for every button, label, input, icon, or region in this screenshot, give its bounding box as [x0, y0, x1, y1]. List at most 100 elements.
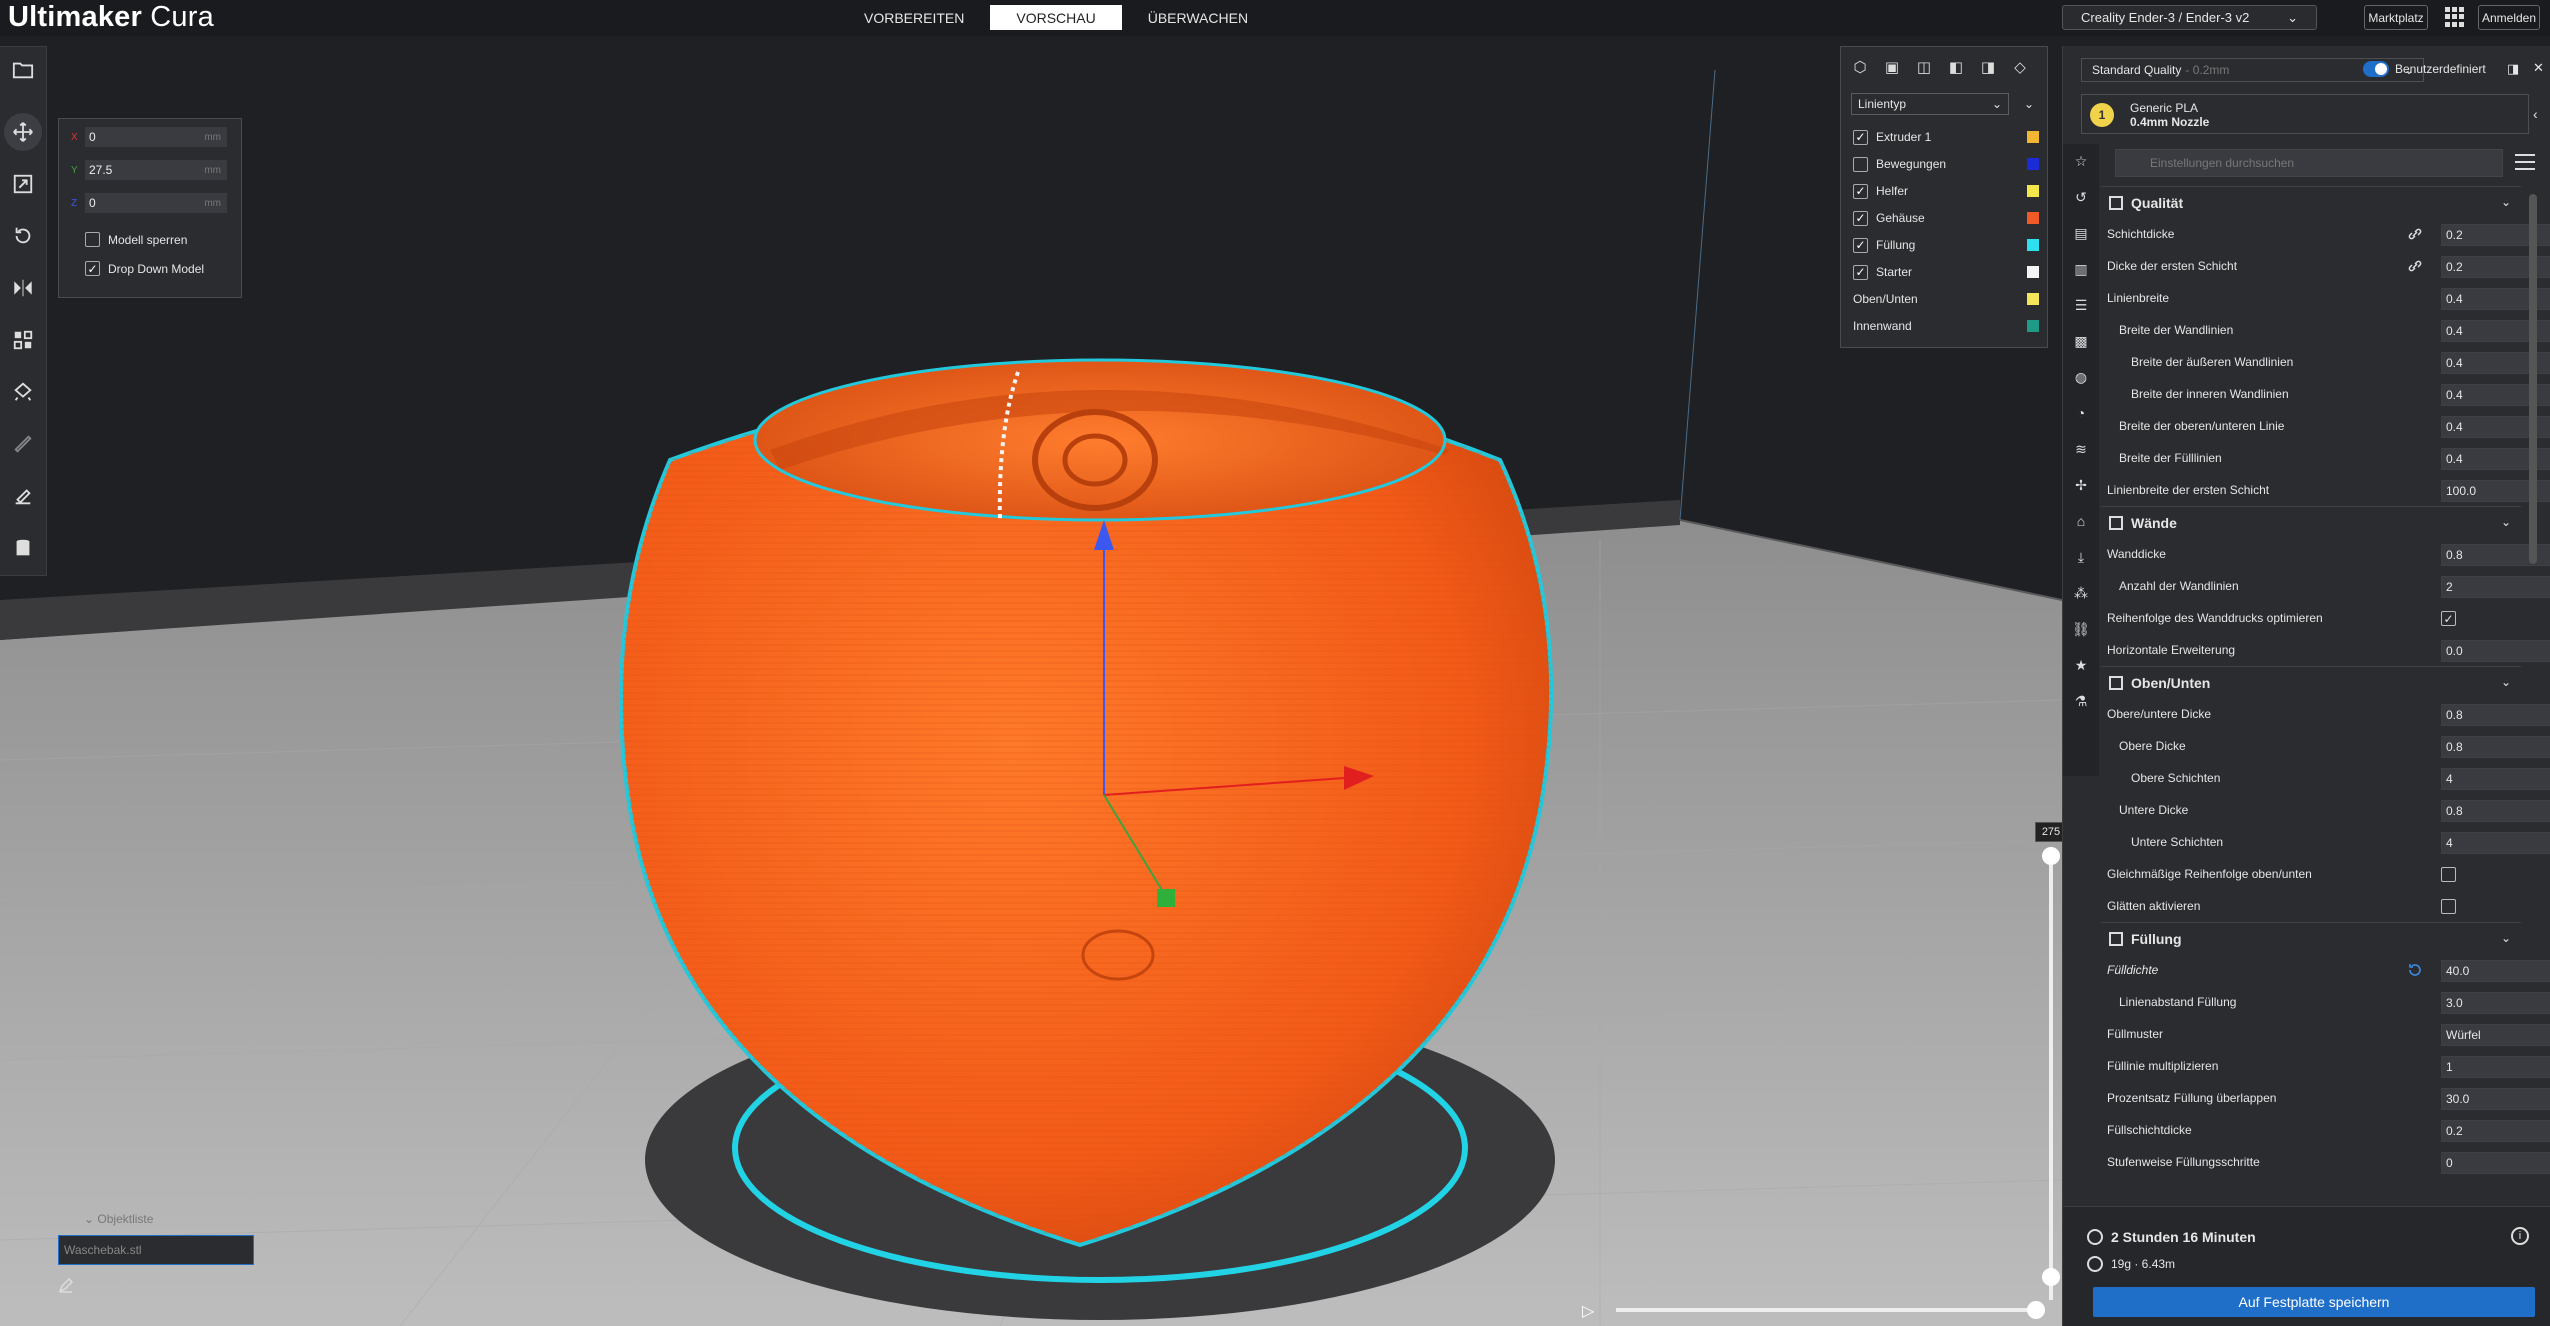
- y-input[interactable]: 27.5 mm: [85, 160, 227, 180]
- legend-checkbox[interactable]: ✓: [1853, 183, 1868, 199]
- special-modes-icon[interactable]: ★: [2072, 656, 2090, 674]
- close-icon[interactable]: ✕: [2533, 60, 2544, 76]
- setting-checkbox[interactable]: ✓: [2441, 611, 2456, 626]
- scene-render[interactable]: [0, 0, 2062, 1326]
- support-icon[interactable]: ⌂: [2072, 512, 2090, 530]
- menu-icon[interactable]: [2515, 154, 2535, 170]
- reset-icon[interactable]: [2407, 962, 2423, 978]
- setting-value-input[interactable]: 1: [2441, 1056, 2550, 1078]
- walls-icon[interactable]: ▥: [2072, 260, 2090, 278]
- legend-item-infill[interactable]: ✓ Füllung: [1853, 235, 2039, 255]
- collapse-panel-icon[interactable]: ◨: [2507, 61, 2519, 77]
- quality-icon[interactable]: ▤: [2072, 224, 2090, 242]
- setting-value-input[interactable]: 0: [2441, 1152, 2550, 1174]
- tab-monitor[interactable]: ÜBERWACHEN: [1122, 5, 1274, 30]
- tab-prepare[interactable]: VORBEREITEN: [838, 5, 990, 30]
- custom-mode-toggle[interactable]: [2363, 61, 2389, 77]
- top-bottom-icon[interactable]: ☰: [2072, 296, 2090, 314]
- setting-value-input[interactable]: 0.0mm: [2441, 640, 2550, 662]
- link-icon[interactable]: [2407, 258, 2423, 274]
- travel-icon[interactable]: ≋: [2072, 440, 2090, 458]
- marketplace-button[interactable]: Marktplatz: [2364, 5, 2428, 30]
- setting-value-input[interactable]: Würfel⌄: [2441, 1024, 2550, 1046]
- legend-checkbox[interactable]: ✓: [1853, 264, 1868, 280]
- section-fu-llung[interactable]: Füllung ⌄: [2101, 922, 2521, 954]
- setting-value-input[interactable]: 40.0%: [2441, 960, 2550, 982]
- setting-value-input[interactable]: 0.8mm: [2441, 736, 2550, 758]
- scale-tool-icon[interactable]: [4, 165, 42, 203]
- legend-checkbox[interactable]: ✓: [1853, 237, 1868, 253]
- section-qualita-t[interactable]: Qualität ⌄: [2101, 186, 2521, 218]
- printer-selector[interactable]: Creality Ender-3 / Ender-3 v2 ⌄: [2062, 5, 2317, 30]
- dual-extrusion-icon[interactable]: ⁂: [2072, 584, 2090, 602]
- move-tool-icon[interactable]: [4, 113, 42, 151]
- measure-tool-icon[interactable]: [4, 425, 42, 463]
- save-to-disk-button[interactable]: Auf Festplatte speichern: [2093, 1287, 2535, 1317]
- simulation-handle[interactable]: [2027, 1301, 2045, 1319]
- drop-down-checkbox[interactable]: ✓: [85, 261, 100, 276]
- adhesion-icon[interactable]: ⤓: [2072, 548, 2090, 566]
- legend-item-shell[interactable]: ✓ Gehäuse: [1853, 208, 2039, 228]
- signin-button[interactable]: Anmelden: [2478, 5, 2540, 30]
- play-icon[interactable]: ▷: [1582, 1301, 1594, 1321]
- setting-value-input[interactable]: 4: [2441, 832, 2550, 854]
- setting-checkbox[interactable]: [2441, 867, 2456, 882]
- apps-grid-icon[interactable]: [2445, 7, 2465, 27]
- simulation-track[interactable]: [1616, 1308, 2036, 1312]
- 3d-viewport[interactable]: [0, 0, 2062, 1326]
- setting-checkbox[interactable]: [2441, 899, 2456, 914]
- material-icon[interactable]: ◍: [2072, 368, 2090, 386]
- legend-item-starter[interactable]: ✓ Starter: [1853, 262, 2039, 282]
- infill-icon[interactable]: ▩: [2072, 332, 2090, 350]
- settings-scrollbar[interactable]: [2529, 194, 2537, 564]
- collapse-chevron-icon[interactable]: ⌄: [2024, 97, 2034, 111]
- link-icon[interactable]: [2407, 226, 2423, 242]
- favorites-icon[interactable]: ☆: [2072, 152, 2090, 170]
- settings-search-input[interactable]: Einstellungen durchsuchen: [2115, 149, 2503, 177]
- legend-checkbox[interactable]: ✓: [1853, 129, 1868, 145]
- layer-track[interactable]: [2049, 854, 2053, 1300]
- legend-item-extruder[interactable]: ✓ Extruder 1: [1853, 127, 2039, 147]
- drop-down-option[interactable]: ✓ Drop Down Model: [85, 261, 204, 276]
- cylinder-tool-icon[interactable]: [4, 529, 42, 567]
- mirror-tool-icon[interactable]: [4, 269, 42, 307]
- lock-model-checkbox[interactable]: [85, 232, 100, 247]
- object-file-name[interactable]: Waschebak.stl: [58, 1235, 254, 1265]
- per-model-settings-icon[interactable]: [4, 321, 42, 359]
- setting-value-input[interactable]: 0.2mm: [2441, 1120, 2550, 1142]
- setting-value-input[interactable]: 3.0mm: [2441, 992, 2550, 1014]
- right-view-icon[interactable]: ◨: [1979, 59, 1997, 77]
- layer-bottom-handle[interactable]: [2042, 1268, 2060, 1286]
- rotate-tool-icon[interactable]: [4, 217, 42, 255]
- section-oben-unten[interactable]: Oben/Unten ⌄: [2101, 666, 2521, 698]
- chevron-left-icon[interactable]: ‹: [2533, 106, 2538, 122]
- extruder-material[interactable]: 1 Generic PLA 0.4mm Nozzle: [2081, 94, 2529, 134]
- edit-pen-icon[interactable]: [58, 1277, 74, 1293]
- top-view-icon[interactable]: ◫: [1915, 59, 1933, 77]
- z-input[interactable]: 0 mm: [85, 193, 227, 213]
- setting-value-input[interactable]: 0.8mm: [2441, 800, 2550, 822]
- tab-preview[interactable]: VORSCHAU: [990, 5, 1122, 30]
- front-view-icon[interactable]: ▣: [1883, 59, 1901, 77]
- 3d-view-icon[interactable]: ⬡: [1851, 59, 1869, 77]
- gizmo-y-handle[interactable]: [1157, 889, 1175, 907]
- lock-model-option[interactable]: Modell sperren: [85, 232, 187, 247]
- legend-item-helpers[interactable]: ✓ Helfer: [1853, 181, 2039, 201]
- left-view-icon[interactable]: ◧: [1947, 59, 1965, 77]
- setting-value-input[interactable]: 2: [2441, 576, 2550, 598]
- layer-top-handle[interactable]: [2042, 847, 2060, 865]
- legend-checkbox[interactable]: [1853, 156, 1868, 172]
- setting-value-input[interactable]: 4: [2441, 768, 2550, 790]
- paint-tool-icon[interactable]: [4, 477, 42, 515]
- color-scheme-select[interactable]: Linientyp ⌄: [1851, 93, 2009, 115]
- experimental-icon[interactable]: ⚗: [2072, 692, 2090, 710]
- mesh-fixes-icon[interactable]: ⛓: [2072, 620, 2090, 638]
- setting-value-input[interactable]: 30.0%: [2441, 1088, 2550, 1110]
- setting-value-input[interactable]: 0.8mm: [2441, 704, 2550, 726]
- section-wa-nde[interactable]: Wände ⌄: [2101, 506, 2521, 538]
- legend-item-travel[interactable]: Bewegungen: [1853, 154, 2039, 174]
- object-list-toggle[interactable]: ⌄ Objektliste: [84, 1212, 254, 1226]
- info-icon[interactable]: i: [2511, 1227, 2529, 1245]
- legend-checkbox[interactable]: ✓: [1853, 210, 1868, 226]
- open-file-icon[interactable]: [4, 51, 42, 89]
